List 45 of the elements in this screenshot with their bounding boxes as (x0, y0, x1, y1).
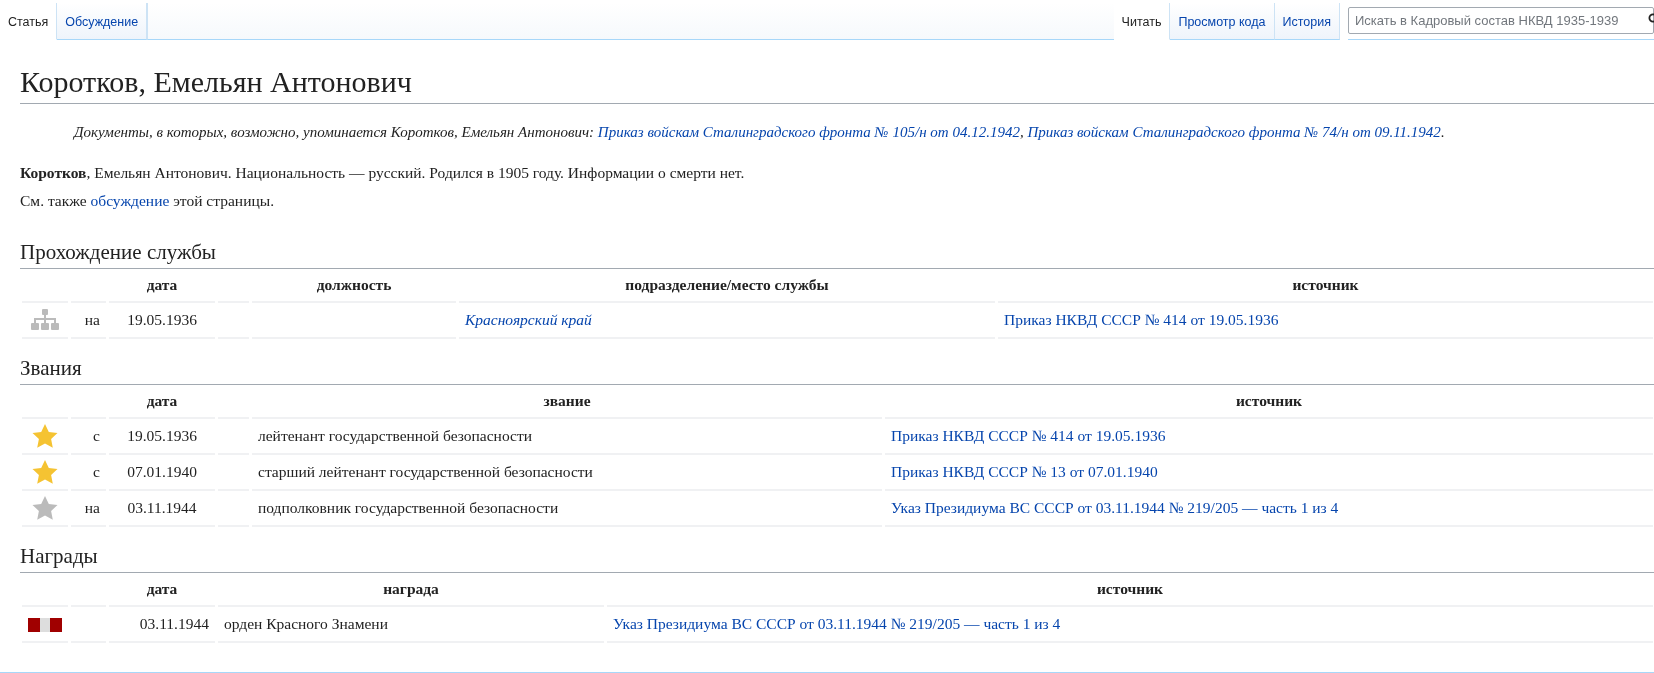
table-cell: с (93, 427, 100, 444)
table-cell: 03.11.1944 (139, 615, 209, 632)
table-cell: лейтенант государственной безопасности (258, 427, 532, 444)
table-cell: старший лейтенант государственной безопасности (258, 463, 593, 480)
summary-text: Коротков, Емельян Антонович. Национальность — русский. Родился в 1905 году. Информации о смерти нет. (20, 163, 746, 183)
section-heading: Награды (20, 543, 1654, 573)
column-header: источник (607, 573, 1653, 607)
table-cell: 19.05.1936 (127, 311, 197, 328)
table-cell: на (84, 311, 100, 328)
column-header: дата (109, 573, 215, 607)
link[interactable]: Приказ войскам Сталинградского фронта № 74/н от 09.11.1942 (1027, 124, 1441, 140)
source-link[interactable]: Приказ НКВД СССР № 414 от 19.05.1936 (1004, 311, 1279, 328)
table-cell: на (84, 499, 100, 516)
tab[interactable]: Обсуждение (57, 3, 148, 40)
hatnote: Документы, в которых, возможно, упоминается Коротков, Емельян Антонович: Приказ войскам Сталинградского фронта № 105/н от 04.12.1942, Приказ войскам Сталинградского фронта № 74/н от 09.11.1942. (74, 123, 1446, 142)
see-also-text: См. также обсуждение этой страницы. (20, 191, 275, 211)
column-header: звание (252, 385, 882, 419)
link[interactable]: обсуждение (90, 192, 170, 209)
org-chart-icon (31, 309, 59, 332)
column-header: должность (252, 269, 456, 303)
column-header: дата (109, 269, 215, 303)
source-link[interactable]: Приказ НКВД СССР № 13 от 07.01.1940 (891, 463, 1158, 480)
table-cell: подполковник государственной безопасности (258, 499, 559, 516)
ribbon-icon (28, 618, 62, 633)
table-cell: 03.11.1944 (127, 499, 197, 516)
column-header: подразделение/место службы (459, 269, 995, 303)
link[interactable]: Приказ войскам Сталинградского фронта № 105/н от 04.12.1942 (597, 124, 1020, 140)
page-title: Коротков, Емельян Антонович (20, 64, 1654, 104)
table-cell: 19.05.1936 (127, 427, 197, 444)
section-heading: Звания (20, 355, 1654, 385)
source-link[interactable]: Указ Президиума ВС СССР от 03.11.1944 № 219/205 — часть 1 из 4 (891, 499, 1339, 516)
table-cell: с (93, 463, 100, 480)
unit-link[interactable]: Красноярский край (465, 311, 592, 328)
column-header: награда (218, 573, 604, 607)
search-field[interactable]: Искать в Кадровый состав НКВД 1935-1939 (1348, 7, 1654, 34)
tab[interactable]: История (1274, 3, 1340, 40)
column-header: дата (109, 385, 215, 419)
section-heading: Прохождение службы (20, 239, 1654, 269)
table-cell: 07.01.1940 (127, 463, 197, 480)
column-header: источник (885, 385, 1653, 419)
column-header: источник (998, 269, 1653, 303)
table-cell: орден Красного Знамени (224, 615, 388, 632)
source-link[interactable]: Указ Президиума ВС СССР от 03.11.1944 № 219/205 — часть 1 из 4 (613, 615, 1061, 632)
source-link[interactable]: Приказ НКВД СССР № 414 от 19.05.1936 (891, 427, 1166, 444)
tab[interactable]: Просмотр кода (1170, 3, 1275, 40)
